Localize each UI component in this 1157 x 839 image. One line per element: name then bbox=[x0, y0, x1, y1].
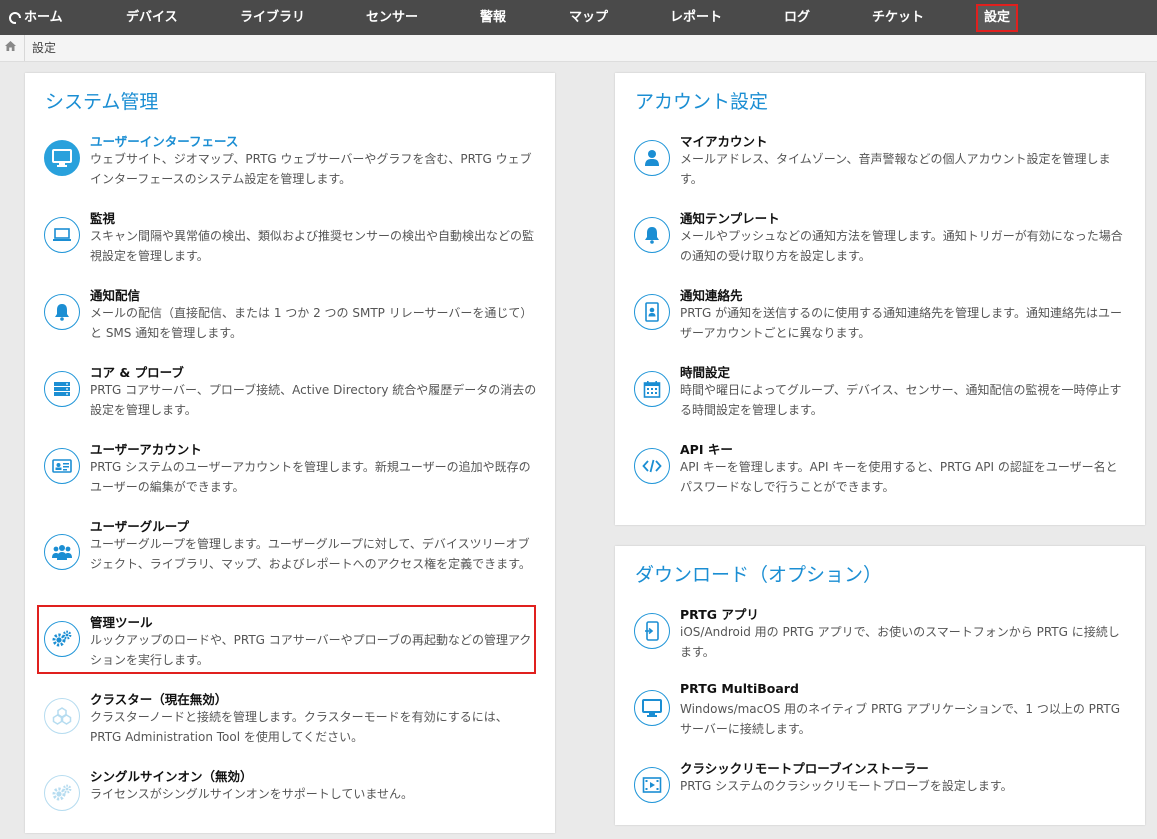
gears-icon bbox=[44, 775, 80, 811]
monitor-icon bbox=[44, 140, 80, 176]
contact-book-icon bbox=[634, 294, 670, 330]
setting-description: メールやプッシュなどの通知方法を管理します。通知トリガーが有効になった場合の通知… bbox=[680, 229, 1123, 263]
laptop-icon bbox=[44, 217, 80, 253]
setting-title[interactable]: PRTG アプリ bbox=[680, 604, 759, 623]
top-navigation: ホーム デバイス ライブラリ センサー 警報 マップ レポート ログ チケット … bbox=[0, 0, 1157, 35]
setting-description: PRTG が通知を送信するのに使用する通知連絡先を管理します。通知連絡先はユーザ… bbox=[680, 306, 1122, 340]
setting-title[interactable]: 通知テンプレート bbox=[680, 208, 780, 227]
nav-setup[interactable]: 設定 bbox=[976, 4, 1019, 32]
breadcrumb-current: 設定 bbox=[32, 41, 57, 55]
nav-logs[interactable]: ログ bbox=[784, 0, 810, 35]
home-icon[interactable] bbox=[4, 40, 17, 52]
setting-title[interactable]: ユーザーアカウント bbox=[90, 439, 202, 458]
setting-title[interactable]: コア & プローブ bbox=[90, 362, 184, 381]
nav-home-label: ホーム bbox=[24, 10, 63, 25]
id-card-icon bbox=[44, 448, 80, 484]
setting-title[interactable]: 時間設定 bbox=[680, 362, 730, 381]
code-icon bbox=[634, 448, 670, 484]
setting-description: ライセンスがシングルサインオンをサポートしていません。 bbox=[90, 787, 414, 801]
calendar-icon bbox=[634, 371, 670, 407]
downloads-panel-title: ダウンロード（オプション） bbox=[635, 564, 883, 586]
users-icon bbox=[44, 534, 80, 570]
setting-title[interactable]: 通知配信 bbox=[90, 285, 140, 304]
setting-description: ウェブサイト、ジオマップ、PRTG ウェブサーバーやグラフを含む、PRTG ウェ… bbox=[90, 152, 532, 186]
setting-description: iOS/Android 用の PRTG アプリで、お使いのスマートフォンから P… bbox=[680, 625, 1120, 659]
setting-title[interactable]: API キー bbox=[680, 439, 733, 458]
system-administration-panel: システム管理 ユーザーインターフェース ウェブサイト、ジオマップ、PRTG ウェ… bbox=[25, 73, 555, 833]
setting-title[interactable]: 監視 bbox=[90, 208, 115, 227]
nav-devices[interactable]: デバイス bbox=[126, 0, 178, 35]
setting-description: PRTG システムのユーザーアカウントを管理します。新規ユーザーの追加や既存のユ… bbox=[90, 460, 531, 494]
mobile-app-icon bbox=[634, 613, 670, 649]
setting-title[interactable]: ユーザーインターフェース bbox=[90, 131, 238, 150]
bell-icon bbox=[44, 294, 80, 330]
installer-icon bbox=[634, 767, 670, 803]
setting-description: クラスターノードと接続を管理します。クラスターモードを有効にするには、PRTG … bbox=[90, 710, 508, 744]
setting-title[interactable]: クラシックリモートプローブインストーラー bbox=[680, 758, 929, 777]
nav-alarms[interactable]: 警報 bbox=[480, 0, 506, 35]
nav-tickets[interactable]: チケット bbox=[872, 0, 924, 35]
setting-title[interactable]: シングルサインオン（無効） bbox=[90, 766, 253, 785]
setting-description: ユーザーグループを管理します。ユーザーグループに対して、デバイスツリーオブジェク… bbox=[90, 537, 531, 571]
setting-description: PRTG コアサーバー、プローブ接続、Active Directory 統合や履… bbox=[90, 383, 537, 417]
prtg-logo-icon bbox=[9, 11, 22, 25]
setting-description: メールの配信（直接配信、または 1 つか 2 つの SMTP リレーサーバーを通… bbox=[90, 306, 533, 340]
system-panel-title: システム管理 bbox=[45, 91, 159, 113]
setting-description: Windows/macOS 用のネイティブ PRTG アプリケーションで、1 つ… bbox=[680, 702, 1121, 736]
setting-description: メールアドレス、タイムゾーン、音声警報などの個人アカウント設定を管理します。 bbox=[680, 152, 1111, 186]
setting-title[interactable]: マイアカウント bbox=[680, 131, 768, 150]
nav-library[interactable]: ライブラリ bbox=[240, 0, 305, 35]
nav-home[interactable]: ホーム bbox=[8, 0, 63, 35]
setting-description: API キーを管理します。API キーを使用すると、PRTG API の認証をユ… bbox=[680, 460, 1118, 494]
setting-title[interactable]: ユーザーグループ bbox=[90, 516, 189, 535]
setting-title[interactable]: PRTG MultiBoard bbox=[680, 681, 799, 696]
breadcrumb: 設定 bbox=[0, 35, 1157, 62]
setting-description: 時間や曜日によってグループ、デバイス、センサー、通知配信の監視を一時停止する時間… bbox=[680, 383, 1122, 417]
setting-title[interactable]: 通知連絡先 bbox=[680, 285, 743, 304]
user-icon bbox=[634, 140, 670, 176]
nav-reports[interactable]: レポート bbox=[670, 0, 722, 35]
account-settings-panel: アカウント設定 マイアカウント メールアドレス、タイムゾーン、音声警報などの個人… bbox=[615, 73, 1145, 525]
cluster-icon bbox=[44, 698, 80, 734]
highlight-frame bbox=[37, 605, 536, 674]
nav-maps[interactable]: マップ bbox=[569, 0, 608, 35]
downloads-panel: ダウンロード（オプション） PRTG アプリ iOS/Android 用の PR… bbox=[615, 546, 1145, 825]
bell-icon bbox=[634, 217, 670, 253]
monitor-icon bbox=[634, 690, 670, 726]
account-panel-title: アカウント設定 bbox=[635, 91, 769, 113]
setting-description: PRTG システムのクラシックリモートプローブを設定します。 bbox=[680, 779, 1013, 793]
server-icon bbox=[44, 371, 80, 407]
nav-sensors[interactable]: センサー bbox=[366, 0, 418, 35]
breadcrumb-divider bbox=[24, 35, 25, 61]
setting-title[interactable]: クラスター（現在無効） bbox=[90, 689, 227, 708]
setting-description: スキャン間隔や異常値の検出、類似および推奨センサーの検出や自動検出などの監視設定… bbox=[90, 229, 535, 263]
